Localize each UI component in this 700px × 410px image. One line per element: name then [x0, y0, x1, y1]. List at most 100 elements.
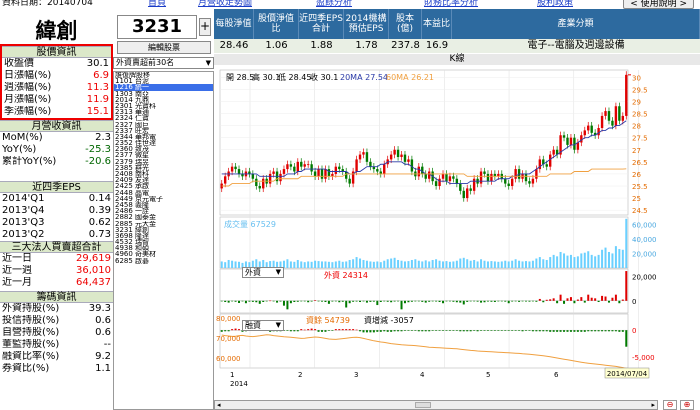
volume-bar — [417, 260, 420, 268]
volume-bar — [227, 259, 230, 268]
volume-bar — [583, 252, 586, 268]
volume-bar — [321, 261, 323, 268]
candle-body — [324, 169, 327, 179]
ranking-select[interactable]: 外資賣超前30名 — [113, 57, 214, 69]
volume-bar — [231, 260, 234, 268]
horizontal-scrollbar[interactable]: ◂ ▸ — [214, 400, 658, 410]
help-button[interactable]: < 使用說明 > — [623, 0, 694, 9]
stock-list[interactable]: 誰復牌股移 1101 台泥 1216 統一 1303 南亞 2014 九鼎 2301 光寶… — [113, 71, 214, 410]
x-tick-label: 5 — [486, 371, 490, 379]
stats-col-header: 2014機構預估EPS — [344, 9, 389, 39]
volume-bar — [601, 249, 604, 268]
volume-bar — [334, 261, 337, 268]
volume-bar — [556, 256, 559, 268]
volume-bar — [359, 258, 362, 268]
foreign-bar — [604, 296, 607, 301]
edit-stock-button[interactable]: 編輯股票 — [117, 41, 211, 54]
foreign-bar — [621, 299, 624, 301]
stats-header: 每股淨值 股價淨值比 近四季EPS合計 2014機構預估EPS 股本(億) 本益比 產業分類 — [214, 9, 700, 39]
candle-body — [583, 130, 586, 136]
volume-bar — [376, 261, 379, 268]
candle-body — [486, 173, 490, 182]
candle-body — [320, 169, 324, 179]
foreign-select[interactable]: 外資 — [242, 267, 284, 278]
foreign-bar — [497, 300, 500, 302]
volume-bar — [525, 261, 527, 268]
stock-code-input[interactable]: 3231 — [117, 15, 197, 39]
foreign-bar — [272, 300, 275, 302]
volume-bar — [521, 261, 524, 268]
link-financial-ratio[interactable]: 財務比率分析 — [424, 0, 478, 9]
foreign-bar — [331, 300, 334, 302]
candle-body — [258, 186, 261, 189]
foreign-bar — [386, 300, 389, 302]
stock-list-item[interactable]: 6285 啟碁 — [114, 258, 213, 264]
margin-change-bar — [521, 330, 524, 332]
foreign-bar — [296, 300, 299, 302]
margin-change-bar — [348, 329, 351, 331]
scroll-right-icon[interactable]: ▸ — [651, 401, 655, 409]
foreign-bar — [566, 298, 569, 301]
margin-change-bar — [376, 330, 379, 332]
margin-change-bar — [220, 330, 223, 332]
volume-bar — [331, 262, 334, 268]
margin-change-bar — [365, 330, 368, 333]
foreign-bar — [234, 300, 237, 302]
price-tick-label: 28.5 — [632, 111, 648, 119]
kline-chart[interactable]: 3029.52928.52827.52726.52625.52524.5開 28… — [214, 65, 700, 400]
revenue-info-title: 月營收資訊 — [0, 120, 113, 132]
candle-body — [618, 106, 621, 121]
volume-bar — [383, 260, 386, 268]
info-close: 收 30.1 — [310, 72, 338, 82]
link-dividend[interactable]: 股利政策 — [537, 0, 573, 9]
margin-change-bar — [483, 330, 486, 331]
foreign-bar — [583, 300, 586, 303]
zoom-in-icon[interactable]: ⊕ — [680, 400, 694, 410]
margin-change-bar — [383, 330, 386, 332]
candle-body — [566, 137, 569, 145]
margin-change-bar — [538, 330, 541, 332]
volume-bar — [614, 246, 617, 268]
price-tick-label: 26 — [632, 171, 641, 179]
candle-body — [466, 188, 469, 199]
volume-bar — [504, 260, 507, 268]
price-info-row: 月漲幅(%) 11.9 — [2, 94, 111, 106]
foreign-bar — [414, 300, 417, 302]
volume-bar — [338, 260, 341, 268]
margin-change-bar — [455, 330, 458, 331]
eps-value: 0.39 — [88, 205, 111, 216]
chips-label: 券資比(%) — [2, 363, 50, 374]
price-info-value: 6.9 — [93, 70, 109, 81]
foreign-bar — [542, 300, 545, 303]
scroll-thumb[interactable] — [415, 402, 431, 408]
price-tick-label: 26.5 — [632, 159, 648, 167]
candle-body — [407, 159, 410, 162]
candle-body — [611, 120, 614, 126]
volume-bar — [573, 257, 576, 268]
add-stock-button[interactable]: + — [199, 18, 211, 36]
volume-bar — [497, 261, 500, 268]
link-earnings[interactable]: 盈餘分析 — [316, 0, 352, 9]
margin-change-bar — [469, 330, 472, 332]
foreign-bar — [407, 300, 410, 303]
volume-bar — [462, 257, 465, 268]
margin-change-bar — [569, 330, 572, 332]
candle-body — [604, 111, 607, 116]
candle-body — [424, 173, 427, 179]
link-monthly-revenue[interactable]: 月營收走勢圖 — [198, 0, 252, 9]
chips-row: 自營持股(%) 0.6 — [0, 327, 113, 339]
volume-bar — [483, 260, 486, 268]
zoom-out-icon[interactable]: ⊖ — [663, 400, 677, 410]
margin-change-bar — [493, 330, 496, 331]
price-info-value: 11.9 — [86, 94, 109, 105]
volume-bar — [542, 259, 545, 268]
foreign-bar — [466, 300, 469, 302]
margin-select[interactable]: 融資 — [242, 320, 284, 331]
candle-body — [545, 164, 548, 167]
volume-bar — [569, 254, 572, 268]
home-link[interactable]: 首頁 — [148, 0, 166, 9]
candle-body — [303, 164, 306, 167]
institutional-row: 近一週 36,010 — [0, 265, 113, 277]
scroll-left-icon[interactable]: ◂ — [217, 401, 221, 409]
stock-list-panel: 3231 + 編輯股票 外資賣超前30名 誰復牌股移1101 台泥1216 統一… — [113, 9, 214, 410]
